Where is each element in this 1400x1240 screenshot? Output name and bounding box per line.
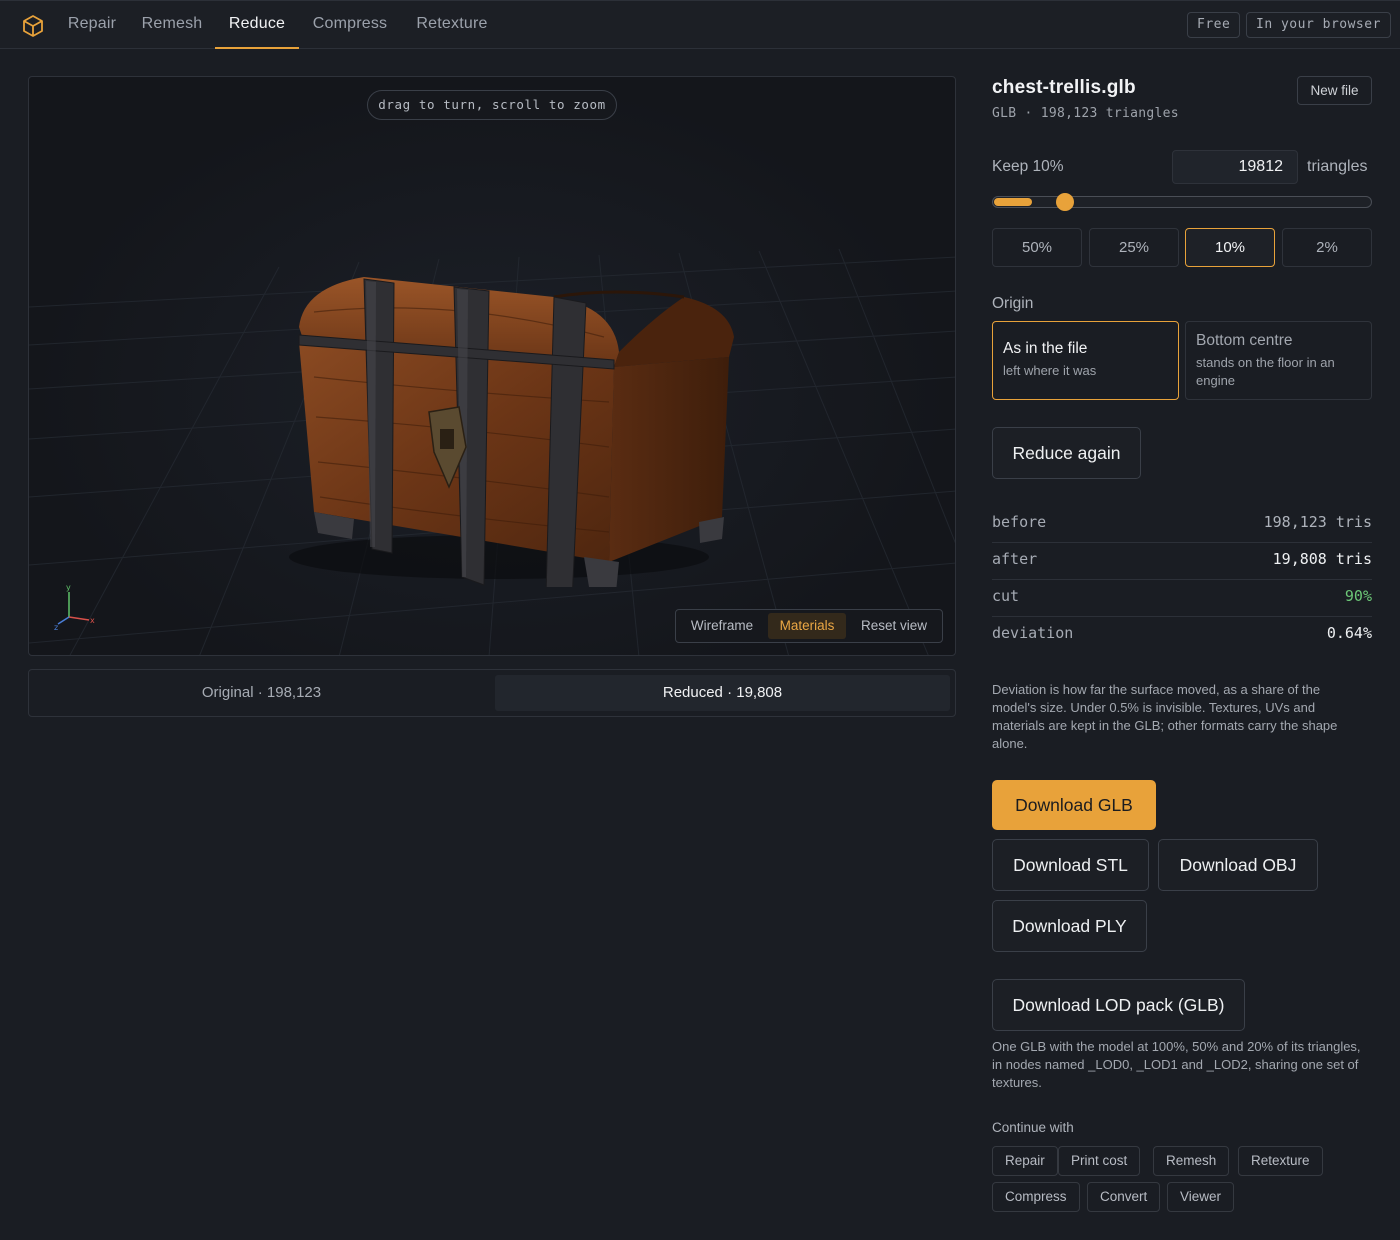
tab-remesh[interactable]: Remesh: [134, 1, 210, 49]
keep-percent-label: Keep 10%: [992, 158, 1064, 175]
triangles-unit-label: triangles: [1307, 158, 1368, 175]
stat-cut: cut 90%: [992, 580, 1372, 617]
stat-value: 19,808 tris: [1272, 550, 1372, 568]
file-name: chest-trellis.glb: [992, 77, 1136, 98]
continue-viewer-chip[interactable]: Viewer: [1167, 1182, 1235, 1212]
file-meta: GLB · 198,123 triangles: [992, 106, 1179, 121]
reduce-again-button[interactable]: Reduce again: [992, 427, 1141, 479]
show-reduced-button[interactable]: Reduced · 19,808: [495, 675, 950, 711]
origin-option-subtitle: left where it was: [1003, 363, 1097, 378]
axis-x-label: x: [90, 616, 95, 625]
stat-key: before: [992, 513, 1047, 531]
top-nav: Repair Remesh Reduce Compress Retexture …: [0, 0, 1400, 49]
compare-toggle: Original · 198,123 Reduced · 19,808: [28, 669, 956, 717]
preset-10-button[interactable]: 10%: [1185, 228, 1275, 267]
in-browser-badge: In your browser: [1246, 12, 1391, 38]
axis-gizmo: y x z: [54, 583, 95, 632]
preset-2-button[interactable]: 2%: [1282, 228, 1372, 267]
download-ply-button[interactable]: Download PLY: [992, 900, 1147, 952]
tab-reduce[interactable]: Reduce: [215, 1, 299, 49]
origin-label: Origin: [992, 295, 1034, 312]
tab-repair[interactable]: Repair: [58, 1, 126, 49]
view-mode-toggle: Wireframe Materials Reset view: [675, 609, 943, 643]
continue-convert-chip[interactable]: Convert: [1087, 1182, 1161, 1212]
download-lod-pack-button[interactable]: Download LOD pack (GLB): [992, 979, 1245, 1031]
new-file-button[interactable]: New file: [1297, 76, 1372, 105]
download-glb-button[interactable]: Download GLB: [992, 780, 1156, 830]
stat-value: 0.64%: [1326, 624, 1372, 642]
chest-model: [289, 277, 734, 587]
continue-compress-chip[interactable]: Compress: [992, 1182, 1080, 1212]
tab-retexture[interactable]: Retexture: [405, 1, 499, 49]
reduce-slider-thumb[interactable]: [1056, 193, 1074, 211]
stat-before: before 198,123 tris: [992, 506, 1372, 543]
axis-z-label: z: [54, 623, 58, 632]
viewport-hint: drag to turn, scroll to zoom: [367, 90, 617, 120]
reduce-slider-fill: [994, 198, 1032, 206]
origin-bottom-centre-option[interactable]: Bottom centre stands on the floor in an …: [1185, 321, 1372, 400]
wireframe-button[interactable]: Wireframe: [680, 613, 764, 639]
continue-with-label: Continue with: [992, 1120, 1074, 1135]
axis-y-label: y: [66, 583, 71, 592]
deviation-note: Deviation is how far the surface moved, …: [992, 682, 1338, 751]
stat-key: deviation: [992, 624, 1074, 642]
stat-value: 198,123 tris: [1263, 513, 1372, 531]
preset-25-button[interactable]: 25%: [1089, 228, 1179, 267]
download-stl-button[interactable]: Download STL: [992, 839, 1149, 891]
lod-note: One GLB with the model at 100%, 50% and …: [992, 1039, 1361, 1090]
reset-view-button[interactable]: Reset view: [850, 613, 938, 639]
cube-logo-icon[interactable]: [20, 13, 46, 39]
continue-retexture-chip[interactable]: Retexture: [1238, 1146, 1323, 1176]
materials-button[interactable]: Materials: [768, 613, 846, 639]
stat-deviation: deviation 0.64%: [992, 617, 1372, 654]
target-triangles-input[interactable]: [1172, 150, 1298, 184]
stat-value: 90%: [1344, 587, 1372, 605]
origin-option-title: As in the file: [1003, 340, 1088, 357]
stat-key: cut: [992, 587, 1020, 605]
show-original-button[interactable]: Original · 198,123: [34, 675, 489, 711]
tab-compress[interactable]: Compress: [306, 1, 394, 49]
origin-as-in-file-option[interactable]: As in the file left where it was: [992, 321, 1179, 400]
reduce-slider-track[interactable]: [992, 196, 1372, 208]
model-viewport[interactable]: drag to turn, scroll to zoom y x z Wiref…: [28, 76, 956, 656]
continue-remesh-chip[interactable]: Remesh: [1153, 1146, 1230, 1176]
origin-option-subtitle: stands on the floor in an engine: [1196, 355, 1335, 388]
continue-repair-chip[interactable]: Repair: [992, 1146, 1058, 1176]
stat-after: after 19,808 tris: [992, 543, 1372, 580]
download-obj-button[interactable]: Download OBJ: [1158, 839, 1318, 891]
continue-print-cost-chip[interactable]: Print cost: [1058, 1146, 1141, 1176]
stat-key: after: [992, 550, 1038, 568]
free-badge: Free: [1187, 12, 1241, 38]
preset-50-button[interactable]: 50%: [992, 228, 1082, 267]
origin-option-title: Bottom centre: [1196, 332, 1293, 349]
